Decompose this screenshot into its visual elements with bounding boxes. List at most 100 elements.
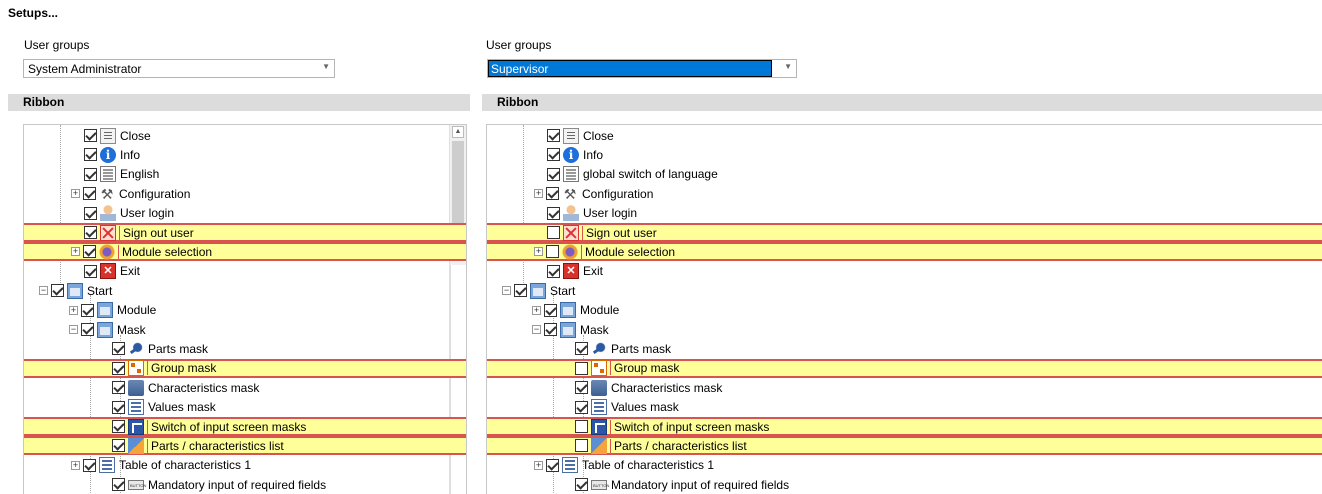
permission-checkbox[interactable] [575, 361, 588, 375]
permission-checkbox[interactable] [84, 226, 97, 239]
tree-row[interactable]: User login [24, 204, 466, 223]
permission-checkbox[interactable] [112, 361, 125, 375]
permission-checkbox[interactable] [547, 167, 560, 181]
tree-row[interactable]: + Table of characteristics 1 [487, 456, 1322, 475]
permission-checkbox[interactable] [84, 264, 97, 278]
tree-row[interactable]: + Table of characteristics 1 [24, 456, 466, 475]
tree-row[interactable]: Group mask [487, 358, 1322, 378]
right-permission-tree[interactable]: Close i Info global switch of language + ⚒ Con… [486, 124, 1322, 494]
permission-checkbox[interactable] [575, 400, 588, 414]
permission-checkbox[interactable] [546, 245, 559, 259]
tree-row[interactable]: English [24, 165, 466, 184]
tree-row[interactable]: Sign out user [24, 223, 466, 242]
tree-row[interactable]: + ⚒ Configuration [24, 184, 466, 203]
expand-icon[interactable]: + [71, 460, 80, 470]
expand-icon[interactable]: + [534, 247, 543, 257]
collapse-icon[interactable]: − [502, 286, 511, 296]
tree-row[interactable]: Values mask [487, 398, 1322, 417]
permission-checkbox[interactable] [575, 420, 588, 433]
expand-icon[interactable]: + [71, 247, 80, 257]
permission-checkbox[interactable] [112, 381, 125, 395]
expand-icon[interactable]: + [532, 305, 541, 315]
permission-checkbox[interactable] [547, 148, 560, 162]
tree-item-label: Parts mask [611, 341, 672, 356]
collapse-icon[interactable]: − [39, 286, 48, 296]
permission-checkbox[interactable] [575, 381, 588, 395]
permission-checkbox[interactable] [112, 439, 125, 453]
expand-icon[interactable]: + [69, 305, 78, 315]
tree-row[interactable]: Close [24, 126, 466, 145]
chevron-down-icon[interactable]: ▼ [784, 62, 792, 71]
tree-row[interactable]: i Info [487, 145, 1322, 164]
permission-checkbox[interactable] [83, 187, 96, 201]
permission-checkbox[interactable] [112, 342, 125, 356]
tree-row[interactable]: + Module selection [487, 242, 1322, 262]
permission-checkbox[interactable] [544, 303, 557, 317]
permission-checkbox[interactable] [544, 323, 557, 336]
permission-checkbox[interactable] [547, 129, 560, 142]
tree-row[interactable]: i Info [24, 145, 466, 164]
tree-row[interactable]: ✕ Exit [24, 262, 466, 281]
tree-row[interactable]: Mandatory input of required fields [24, 475, 466, 494]
permission-checkbox[interactable] [547, 226, 560, 239]
tree-row[interactable]: Parts mask [24, 339, 466, 358]
tree-row[interactable]: ✕ Exit [487, 262, 1322, 281]
permission-checkbox[interactable] [81, 323, 94, 336]
expand-icon[interactable]: + [534, 189, 543, 199]
tree-row[interactable]: + ⚒ Configuration [487, 184, 1322, 203]
tree-row[interactable]: − Start [487, 281, 1322, 300]
permission-checkbox[interactable] [546, 458, 559, 472]
tree-row[interactable]: Parts / characteristics list [24, 436, 466, 456]
permission-checkbox[interactable] [575, 478, 588, 492]
tree-item-label: Switch of input screen masks [610, 419, 769, 434]
left-permission-tree[interactable]: ▲ Close i Info English + ⚒ Configuration User l… [23, 124, 467, 494]
tree-row[interactable]: global switch of language [487, 165, 1322, 184]
tree-row[interactable]: Characteristics mask [487, 378, 1322, 397]
tree-row[interactable]: Switch of input screen masks [487, 417, 1322, 436]
tree-item-label: global switch of language [583, 167, 718, 182]
tree-item-label: Parts / characteristics list [147, 438, 284, 453]
tree-row[interactable]: + Module [24, 301, 466, 320]
permission-checkbox[interactable] [112, 420, 125, 433]
permission-checkbox[interactable] [547, 206, 560, 220]
permission-checkbox[interactable] [514, 284, 527, 298]
permission-checkbox[interactable] [84, 129, 97, 142]
permission-checkbox[interactable] [81, 303, 94, 317]
permission-checkbox[interactable] [83, 458, 96, 472]
tree-row[interactable]: User login [487, 204, 1322, 223]
right-user-group-select[interactable]: Supervisor ▼ [487, 59, 797, 78]
permission-checkbox[interactable] [51, 284, 64, 298]
tree-row[interactable]: Close [487, 126, 1322, 145]
tree-row[interactable]: Characteristics mask [24, 378, 466, 397]
tree-row[interactable]: Parts / characteristics list [487, 436, 1322, 456]
tree-node: Sign out user [84, 223, 194, 242]
chevron-down-icon[interactable]: ▼ [322, 62, 330, 71]
permission-checkbox[interactable] [112, 400, 125, 414]
tree-row[interactable]: Group mask [24, 358, 466, 378]
permission-checkbox[interactable] [84, 148, 97, 162]
tree-row[interactable]: − Start [24, 281, 466, 300]
tree-row[interactable]: Switch of input screen masks [24, 417, 466, 436]
tree-row[interactable]: − Mask [24, 320, 466, 339]
permission-checkbox[interactable] [84, 167, 97, 181]
expand-icon[interactable]: + [71, 189, 80, 199]
tree-row[interactable]: Mandatory input of required fields [487, 475, 1322, 494]
tree-node: Parts mask [112, 339, 208, 358]
tree-row[interactable]: − Mask [487, 320, 1322, 339]
collapse-icon[interactable]: − [532, 325, 541, 334]
expand-icon[interactable]: + [534, 460, 543, 470]
tree-row[interactable]: + Module selection [24, 242, 466, 262]
permission-checkbox[interactable] [83, 245, 96, 259]
tree-row[interactable]: Parts mask [487, 339, 1322, 358]
left-user-group-select[interactable]: System Administrator ▼ [23, 59, 335, 78]
permission-checkbox[interactable] [575, 342, 588, 356]
tree-row[interactable]: Sign out user [487, 223, 1322, 242]
permission-checkbox[interactable] [575, 439, 588, 453]
tree-row[interactable]: + Module [487, 301, 1322, 320]
permission-checkbox[interactable] [547, 264, 560, 278]
permission-checkbox[interactable] [84, 206, 97, 220]
collapse-icon[interactable]: − [69, 325, 78, 334]
permission-checkbox[interactable] [112, 478, 125, 492]
permission-checkbox[interactable] [546, 187, 559, 201]
tree-row[interactable]: Values mask [24, 398, 466, 417]
